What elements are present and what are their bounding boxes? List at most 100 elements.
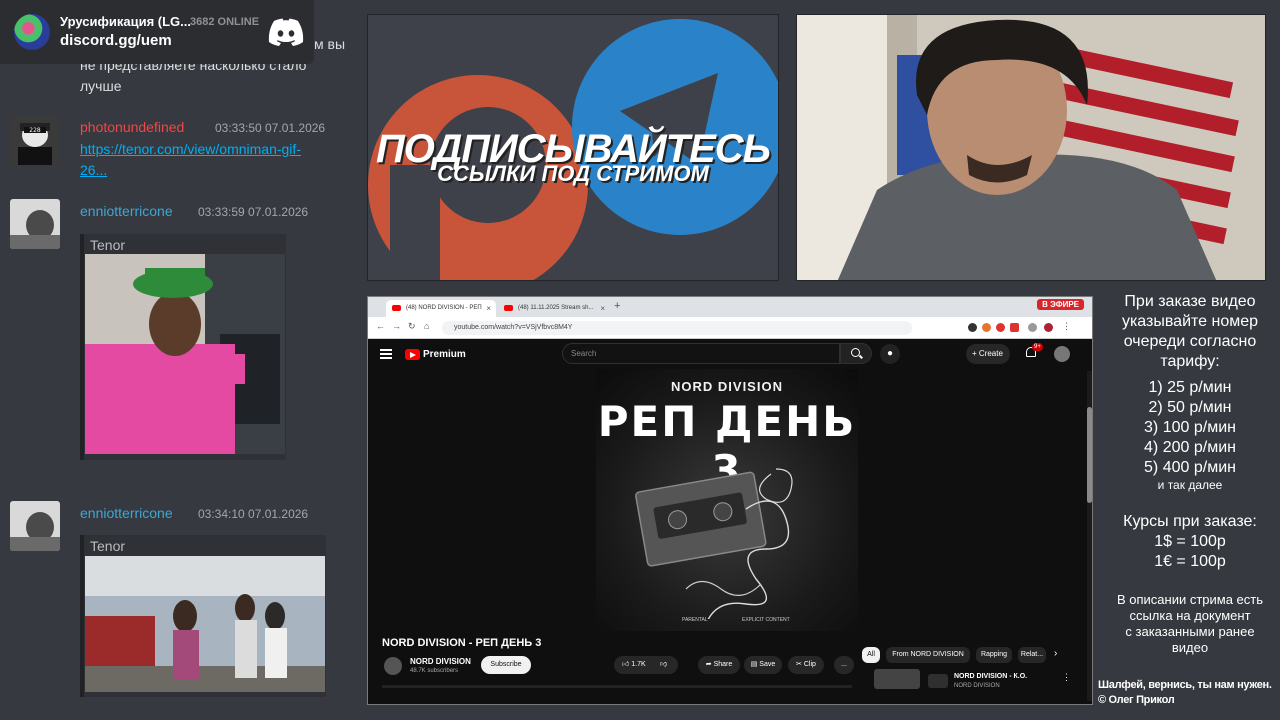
thumbs-up-icon: 👍︎ <box>622 661 630 668</box>
chip-related[interactable]: Relat... <box>1018 647 1046 663</box>
rate-item: 1$ = 100р <box>1154 533 1226 550</box>
back-icon[interactable]: ← <box>376 321 385 331</box>
channel-name[interactable]: NORD DIVISION <box>410 657 471 666</box>
create-label: Create <box>978 349 1003 358</box>
gif-thumbnail[interactable] <box>85 254 285 454</box>
recommended-thumbnail[interactable] <box>874 669 920 689</box>
webcam-feed <box>796 14 1266 281</box>
scrollbar[interactable] <box>1087 371 1092 701</box>
message-username[interactable]: enniotterricone <box>80 505 173 521</box>
extension-icon[interactable] <box>1028 323 1037 332</box>
info-note-line: видео <box>1171 640 1209 655</box>
tenor-embed[interactable]: Tenor <box>80 535 326 697</box>
chip-from-channel[interactable]: From NORD DIVISION <box>886 647 970 663</box>
menu-kebab-icon[interactable]: ⋮ <box>1062 672 1071 683</box>
order-info-panel: При заказе видео указывайте номер очеред… <box>1100 292 1280 656</box>
share-icon: ➦ <box>705 661 712 668</box>
cover-artist: NORD DIVISION <box>671 379 783 394</box>
reload-icon[interactable]: ↻ <box>408 321 416 332</box>
live-badge: В ЭФИРЕ <box>1037 299 1084 310</box>
chip-all[interactable]: All <box>862 647 880 663</box>
account-avatar[interactable] <box>1054 346 1070 362</box>
menu-icon[interactable] <box>380 349 392 359</box>
explicit-label: EXPLICIT CONTENT <box>742 617 790 623</box>
info-note-line: В описании стрима есть <box>1116 592 1264 607</box>
browser-tab[interactable]: (48) 11.11.2025 Stream sh... × <box>498 300 610 317</box>
share-button[interactable]: ➦ Share <box>698 656 740 674</box>
profile-icon[interactable] <box>1044 323 1053 332</box>
rate-item: 1€ = 100р <box>1154 553 1226 570</box>
close-icon[interactable]: × <box>600 304 605 313</box>
info-heading-line: указывайте номер <box>1121 313 1259 330</box>
extension-icon[interactable] <box>1010 323 1019 332</box>
info-heading-line: тарифу: <box>1160 353 1220 370</box>
tenor-embed[interactable]: Tenor <box>80 234 286 460</box>
server-name: Урусификация (LG... <box>60 14 191 29</box>
stream-credits: Шалфей, вернись, ты нам нужен. © Олег Пр… <box>1098 678 1272 708</box>
forward-icon[interactable]: → <box>392 321 401 331</box>
chevron-right-icon[interactable]: › <box>1054 648 1057 659</box>
recommended-channel: NORD DIVISION <box>954 683 1000 689</box>
tariff-etc: и так далее <box>1157 478 1223 492</box>
video-player[interactable]: NORD DIVISION РЕП ДЕНЬ 3 PARENTAL EXPLIC… <box>596 369 858 631</box>
discord-server-widget[interactable]: Урусификация (LG... 3682 ONLINE discord.… <box>0 0 314 64</box>
microphone-icon[interactable]: ● <box>880 344 900 364</box>
youtube-brand[interactable]: Premium <box>423 349 466 360</box>
home-icon[interactable]: ⌂ <box>424 321 429 331</box>
chat-partial-line: лучше <box>80 78 122 94</box>
online-count: 3682 ONLINE <box>190 16 260 28</box>
browser-tab-active[interactable]: (48) NORD DIVISION - РЕП × <box>386 300 496 317</box>
chip-rapping[interactable]: Rapping <box>976 647 1012 663</box>
message-username[interactable]: enniotterricone <box>80 203 173 219</box>
create-button[interactable]: + Create <box>966 344 1010 364</box>
extension-icon[interactable] <box>982 323 991 332</box>
message-username[interactable]: photonundefined <box>80 119 184 135</box>
info-note-line: с заказанными ранее <box>1125 624 1255 639</box>
save-label: Save <box>759 661 776 668</box>
user-avatar[interactable] <box>10 199 60 249</box>
more-actions-button[interactable]: ... <box>834 656 854 674</box>
clip-button[interactable]: ✂ Clip <box>788 656 824 674</box>
url-input[interactable]: youtube.com/watch?v=VSjVfbvc8M4Y <box>442 321 912 335</box>
youtube-header: Premium Search ● + Create 9+ <box>368 339 1086 371</box>
search-input[interactable]: Search <box>562 343 840 364</box>
message-timestamp: 03:33:50 07.01.2026 <box>215 121 326 135</box>
message-link[interactable]: https://tenor.com/view/omniman-gif- <box>80 141 301 157</box>
recommended-thumbnail[interactable] <box>928 674 948 688</box>
notification-badge: 9+ <box>1032 343 1043 351</box>
close-icon[interactable]: × <box>486 304 491 313</box>
tariff-item: 2) 50 р/мин <box>1148 399 1232 416</box>
channel-avatar[interactable] <box>384 657 402 675</box>
search-button[interactable] <box>840 343 872 364</box>
chat-partial-line: м вы <box>314 36 346 52</box>
new-tab-icon[interactable]: + <box>614 300 620 312</box>
extension-icon[interactable] <box>996 323 1005 332</box>
discord-chat-panel: м вы не представляете насколько стало лу… <box>0 0 360 720</box>
tab-strip: (48) NORD DIVISION - РЕП × (48) 11.11.20… <box>368 297 1092 317</box>
svg-text:228: 228 <box>29 127 41 134</box>
scrollbar-thumb[interactable] <box>1087 407 1092 503</box>
tariff-item: 3) 100 р/мин <box>1144 419 1236 436</box>
save-button[interactable]: ▤ Save <box>744 656 782 674</box>
recommended-title[interactable]: NORD DIVISION - К.О. <box>954 673 1027 680</box>
user-avatar[interactable]: 228 <box>10 115 60 165</box>
gif-thumbnail[interactable] <box>85 556 325 692</box>
invite-link[interactable]: discord.gg/uem <box>60 32 172 49</box>
tariff-item: 4) 200 р/мин <box>1144 439 1236 456</box>
message-link[interactable]: 26... <box>80 162 107 178</box>
channel-subscribers: 48.7K subscribers <box>410 668 459 674</box>
subscribe-promo-panel: ПОДПИСЫВАЙТЕСЬ ССЫЛКИ ПОД СТРИМОМ <box>367 14 779 281</box>
youtube-logo-icon[interactable] <box>405 349 420 360</box>
description-divider <box>382 685 852 688</box>
discord-logo-icon <box>268 18 304 46</box>
user-avatar[interactable] <box>10 501 60 551</box>
info-heading-line: При заказе видео <box>1124 293 1256 310</box>
credits-line: © Олег Прикол <box>1098 694 1175 706</box>
youtube-favicon-icon <box>392 305 401 311</box>
tab-title: (48) NORD DIVISION - РЕП <box>406 305 482 311</box>
extension-icon[interactable] <box>968 323 977 332</box>
menu-kebab-icon[interactable]: ⋮ <box>1062 321 1071 332</box>
like-button[interactable]: 👍︎ 1.7K 👎︎ <box>614 656 678 674</box>
thumbs-down-icon[interactable]: 👎︎ <box>660 656 667 674</box>
subscribe-button[interactable]: Subscribe <box>481 656 531 674</box>
